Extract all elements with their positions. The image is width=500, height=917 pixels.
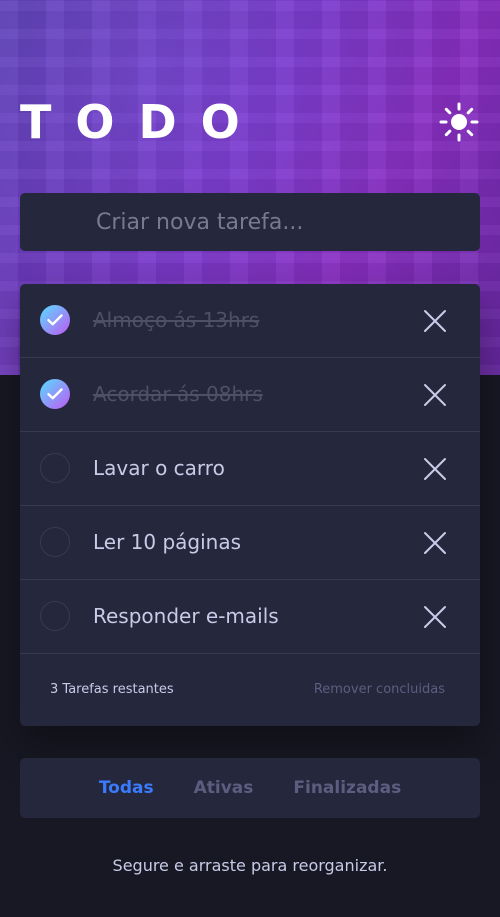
delete-todo-button[interactable]: [422, 604, 448, 630]
close-icon: [424, 532, 446, 554]
todo-item[interactable]: Acordar ás 08hrs: [20, 358, 480, 432]
todo-text: Lavar o carro: [93, 456, 225, 480]
new-todo-input[interactable]: [20, 193, 480, 251]
checkbox-unchecked[interactable]: [40, 453, 70, 483]
sun-icon: [439, 102, 479, 142]
todo-text: Acordar ás 08hrs: [93, 382, 263, 406]
filter-all[interactable]: Todas: [99, 778, 154, 798]
todo-list: Almoço ás 13hrs Acordar ás 08hrs Lavar o c…: [20, 284, 480, 726]
checkbox-checked[interactable]: [40, 305, 70, 335]
filter-bar: Todas Ativas Finalizadas: [20, 758, 480, 818]
close-icon: [424, 310, 446, 332]
todo-item[interactable]: Responder e-mails: [20, 580, 480, 654]
close-icon: [424, 384, 446, 406]
clear-completed-button[interactable]: Remover concluidas: [314, 682, 445, 697]
filter-active[interactable]: Ativas: [194, 778, 254, 798]
todo-item[interactable]: Ler 10 páginas: [20, 506, 480, 580]
checkbox-unchecked[interactable]: [40, 527, 70, 557]
check-icon: [47, 388, 63, 400]
filter-completed[interactable]: Finalizadas: [293, 778, 401, 798]
remaining-count: 3 Tarefas restantes: [50, 682, 174, 697]
list-footer: 3 Tarefas restantes Remover concluidas: [20, 654, 480, 726]
delete-todo-button[interactable]: [422, 308, 448, 334]
delete-todo-button[interactable]: [422, 530, 448, 556]
delete-todo-button[interactable]: [422, 382, 448, 408]
new-todo-box: [20, 193, 480, 251]
close-icon: [424, 606, 446, 628]
delete-todo-button[interactable]: [422, 456, 448, 482]
todo-text: Ler 10 páginas: [93, 530, 242, 554]
check-icon: [47, 314, 63, 326]
todo-text: Almoço ás 13hrs: [93, 308, 260, 332]
theme-toggle-button[interactable]: [438, 101, 480, 143]
checkbox-unchecked[interactable]: [40, 601, 70, 631]
todo-item[interactable]: Lavar o carro: [20, 432, 480, 506]
app-title: TODO: [20, 95, 264, 149]
todo-item[interactable]: Almoço ás 13hrs: [20, 284, 480, 358]
close-icon: [424, 458, 446, 480]
checkbox-checked[interactable]: [40, 379, 70, 409]
todo-text: Responder e-mails: [93, 604, 279, 628]
drag-hint: Segure e arraste para reorganizar.: [112, 856, 388, 875]
